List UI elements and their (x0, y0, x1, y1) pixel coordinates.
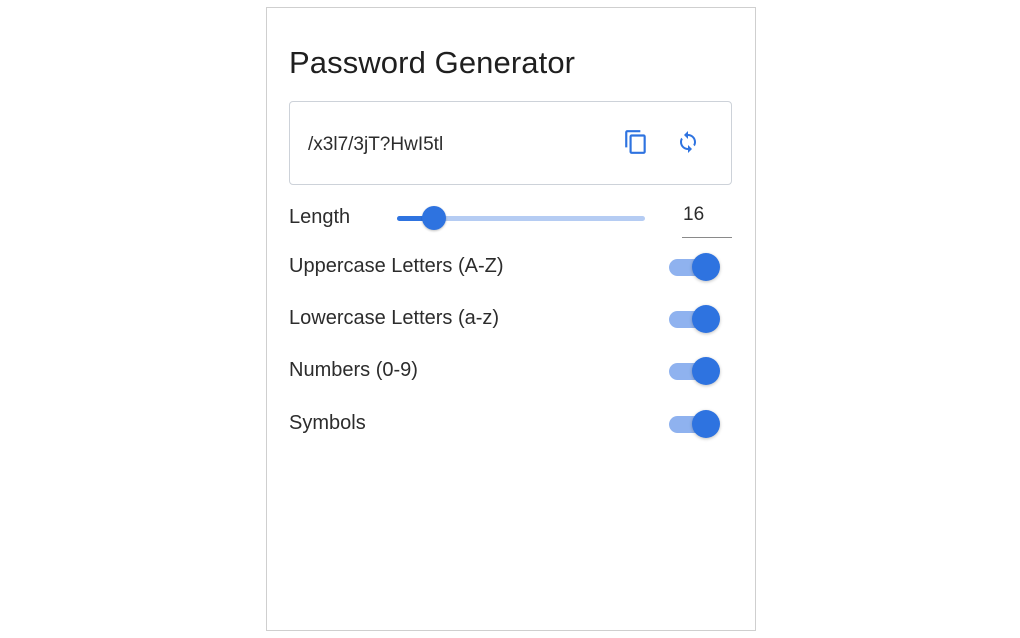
numbers-toggle[interactable] (667, 356, 723, 386)
option-label: Lowercase Letters (a-z) (289, 307, 500, 329)
copy-icon (623, 129, 649, 160)
option-label: Numbers (0-9) (289, 359, 418, 381)
uppercase-toggle[interactable] (667, 252, 723, 282)
option-symbols: Symbols (289, 409, 729, 439)
lowercase-toggle[interactable] (667, 304, 723, 334)
symbols-toggle[interactable] (667, 409, 723, 439)
length-label: Length (289, 206, 351, 228)
toggle-thumb (692, 357, 720, 385)
length-value: 16 (683, 204, 705, 225)
refresh-icon (676, 130, 700, 159)
toggle-thumb (692, 305, 720, 333)
page-title: Password Generator (289, 45, 576, 80)
option-uppercase: Uppercase Letters (A-Z) (289, 252, 729, 282)
password-generator-panel: Password Generator /x3l7/3jT?HwI5tl Leng… (266, 7, 756, 631)
length-slider[interactable] (397, 206, 645, 231)
length-input[interactable]: 16 (682, 200, 732, 238)
regenerate-button[interactable] (672, 128, 704, 160)
option-label: Uppercase Letters (A-Z) (289, 255, 504, 277)
toggle-thumb (692, 410, 720, 438)
password-output-box: /x3l7/3jT?HwI5tl (289, 101, 732, 185)
option-lowercase: Lowercase Letters (a-z) (289, 304, 729, 334)
option-numbers: Numbers (0-9) (289, 356, 729, 386)
toggle-thumb (692, 253, 720, 281)
copy-button[interactable] (620, 128, 652, 160)
slider-thumb[interactable] (422, 206, 446, 230)
password-value[interactable]: /x3l7/3jT?HwI5tl (308, 134, 443, 156)
option-label: Symbols (289, 412, 366, 434)
